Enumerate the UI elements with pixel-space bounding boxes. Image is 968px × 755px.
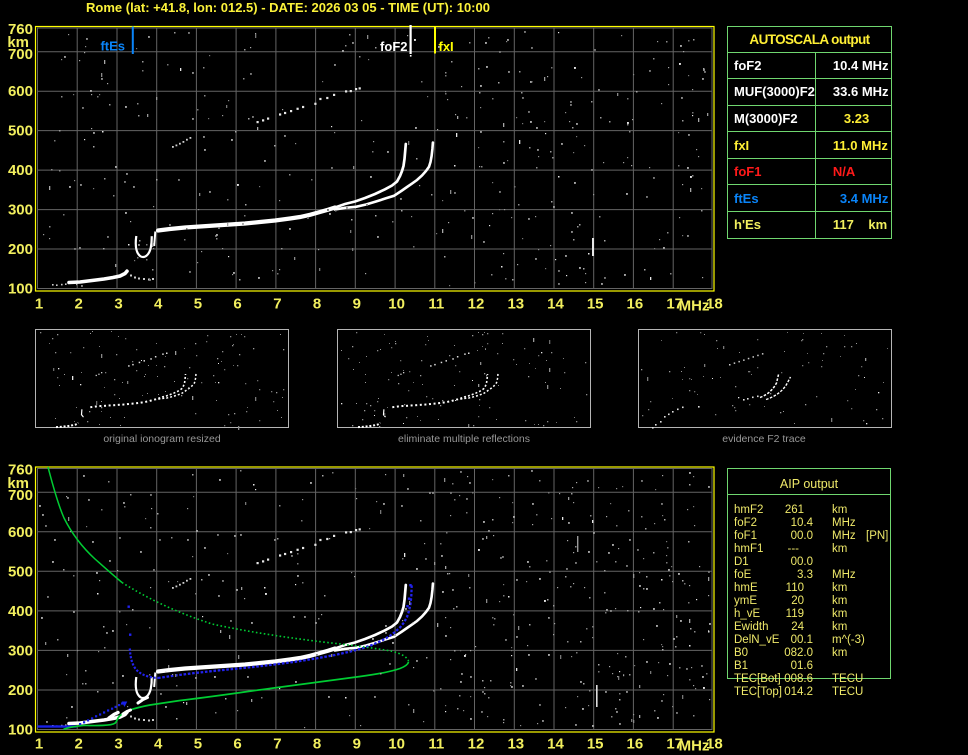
svg-text:12: 12 — [468, 296, 485, 313]
svg-text:7: 7 — [273, 736, 281, 753]
svg-text:7: 7 — [273, 296, 281, 313]
svg-text:6: 6 — [233, 296, 241, 313]
svg-text:foF2: foF2 — [380, 39, 407, 54]
svg-text:3: 3 — [114, 296, 122, 313]
svg-text:9: 9 — [353, 736, 361, 753]
svg-text:11: 11 — [428, 736, 444, 753]
svg-text:14: 14 — [547, 736, 564, 753]
svg-text:1: 1 — [35, 736, 43, 753]
svg-text:ftEs: ftEs — [100, 39, 125, 54]
svg-text:2: 2 — [75, 736, 83, 753]
svg-text:700: 700 — [8, 487, 33, 504]
svg-text:8: 8 — [313, 736, 321, 753]
svg-text:3: 3 — [114, 736, 122, 753]
svg-text:16: 16 — [627, 296, 644, 313]
svg-text:5: 5 — [194, 296, 202, 313]
svg-text:12: 12 — [468, 736, 485, 753]
svg-text:700: 700 — [8, 46, 33, 63]
svg-text:4: 4 — [154, 736, 163, 753]
svg-text:fxI: fxI — [439, 39, 454, 54]
svg-text:500: 500 — [8, 123, 33, 140]
svg-text:300: 300 — [8, 202, 33, 219]
svg-text:2: 2 — [75, 296, 83, 313]
svg-text:100: 100 — [8, 281, 33, 298]
svg-text:100: 100 — [8, 722, 33, 739]
svg-text:9: 9 — [353, 296, 361, 313]
svg-text:1: 1 — [35, 296, 43, 313]
svg-text:14: 14 — [547, 296, 564, 313]
svg-text:10: 10 — [388, 296, 405, 313]
svg-text:4: 4 — [154, 296, 163, 313]
svg-text:8: 8 — [313, 296, 321, 313]
svg-text:200: 200 — [8, 241, 33, 258]
svg-text:400: 400 — [8, 162, 33, 179]
svg-text:13: 13 — [507, 296, 524, 313]
svg-text:15: 15 — [587, 296, 604, 313]
svg-text:600: 600 — [8, 83, 33, 100]
svg-text:13: 13 — [507, 736, 524, 753]
svg-text:15: 15 — [587, 736, 604, 753]
svg-text:MHz: MHz — [679, 298, 710, 315]
svg-text:MHz: MHz — [679, 738, 710, 755]
svg-text:11: 11 — [428, 296, 444, 313]
svg-text:5: 5 — [194, 736, 202, 753]
svg-text:16: 16 — [627, 736, 644, 753]
svg-text:10: 10 — [388, 736, 405, 753]
svg-text:6: 6 — [233, 736, 241, 753]
